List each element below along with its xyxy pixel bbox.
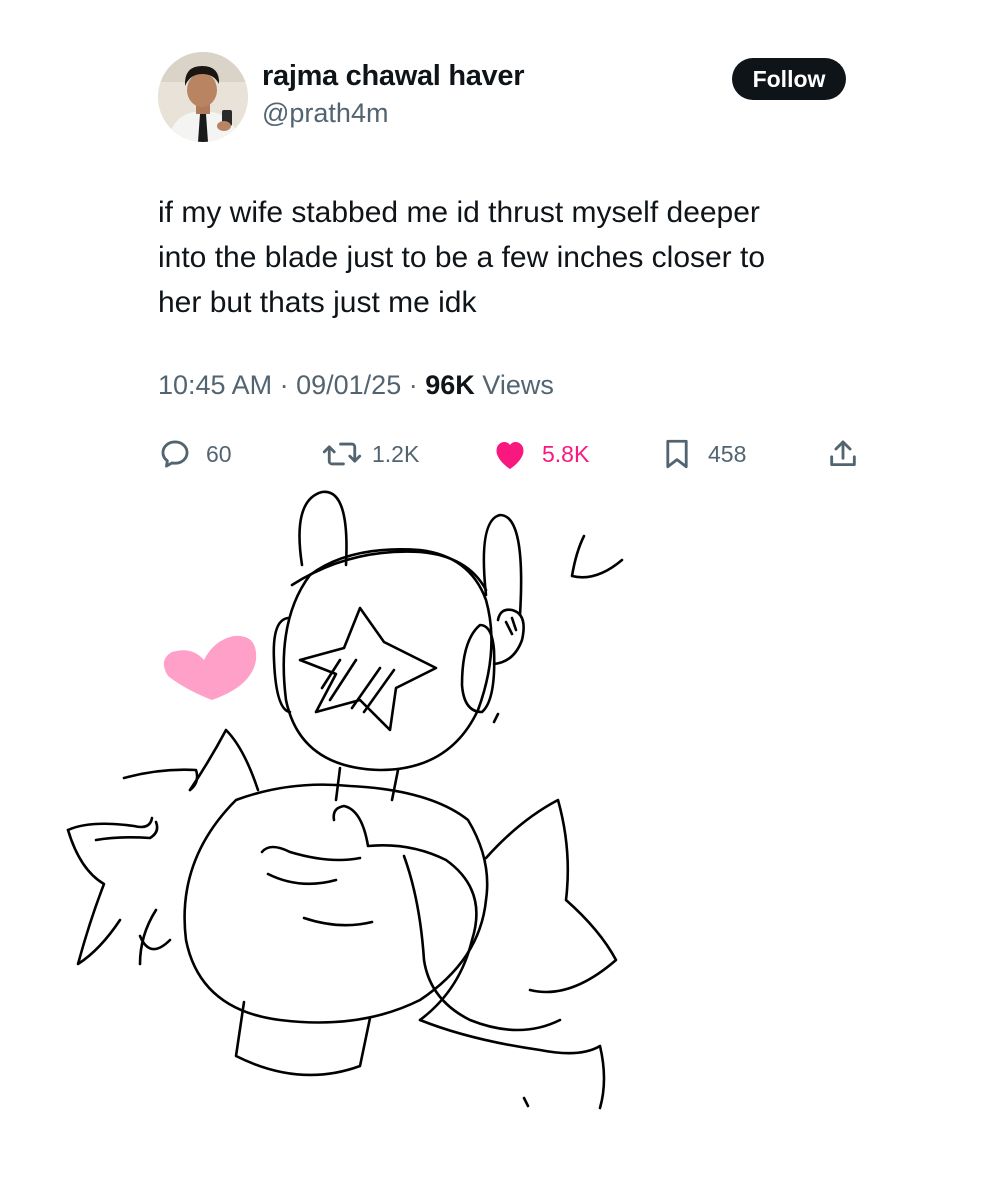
tweet-text: if my wife stabbed me id thrust myself d… — [158, 190, 878, 325]
heart-icon — [496, 442, 524, 469]
meta-separator: · — [279, 370, 289, 400]
author-handle[interactable]: @prath4m — [262, 98, 388, 129]
tweet-text-line: if my wife stabbed me id thrust myself d… — [158, 196, 760, 229]
bookmark-count: 458 — [708, 440, 747, 467]
reply-button[interactable]: 60 — [158, 434, 232, 474]
repost-icon — [322, 442, 362, 466]
like-button[interactable]: 5.8K — [492, 434, 589, 474]
views-count: 96K — [425, 370, 475, 400]
reply-count: 60 — [206, 440, 232, 467]
reply-icon — [161, 440, 189, 468]
follow-button[interactable]: Follow — [732, 58, 846, 100]
repost-count: 1.2K — [372, 440, 420, 467]
bookmark-icon — [666, 439, 688, 469]
author-display-name[interactable]: rajma chawal haver — [262, 60, 525, 93]
views-label: Views — [482, 370, 554, 400]
like-count: 5.8K — [542, 440, 590, 467]
meta-separator: · — [408, 370, 418, 400]
tweet-meta: 10:45 AM · 09/01/25 · 96K Views — [158, 370, 554, 401]
share-icon — [830, 440, 856, 467]
tweet-time[interactable]: 10:45 AM — [158, 370, 272, 400]
avatar[interactable] — [158, 52, 248, 142]
tweet-text-line: her but thats just me idk — [158, 286, 477, 319]
bookmark-button[interactable]: 458 — [660, 434, 746, 474]
tweet-text-line: into the blade just to be a few inches c… — [158, 241, 766, 274]
tweet-date[interactable]: 09/01/25 — [296, 370, 401, 400]
sketch-drawing — [66, 490, 624, 1110]
share-button[interactable] — [826, 434, 860, 474]
repost-button[interactable]: 1.2K — [322, 434, 419, 474]
